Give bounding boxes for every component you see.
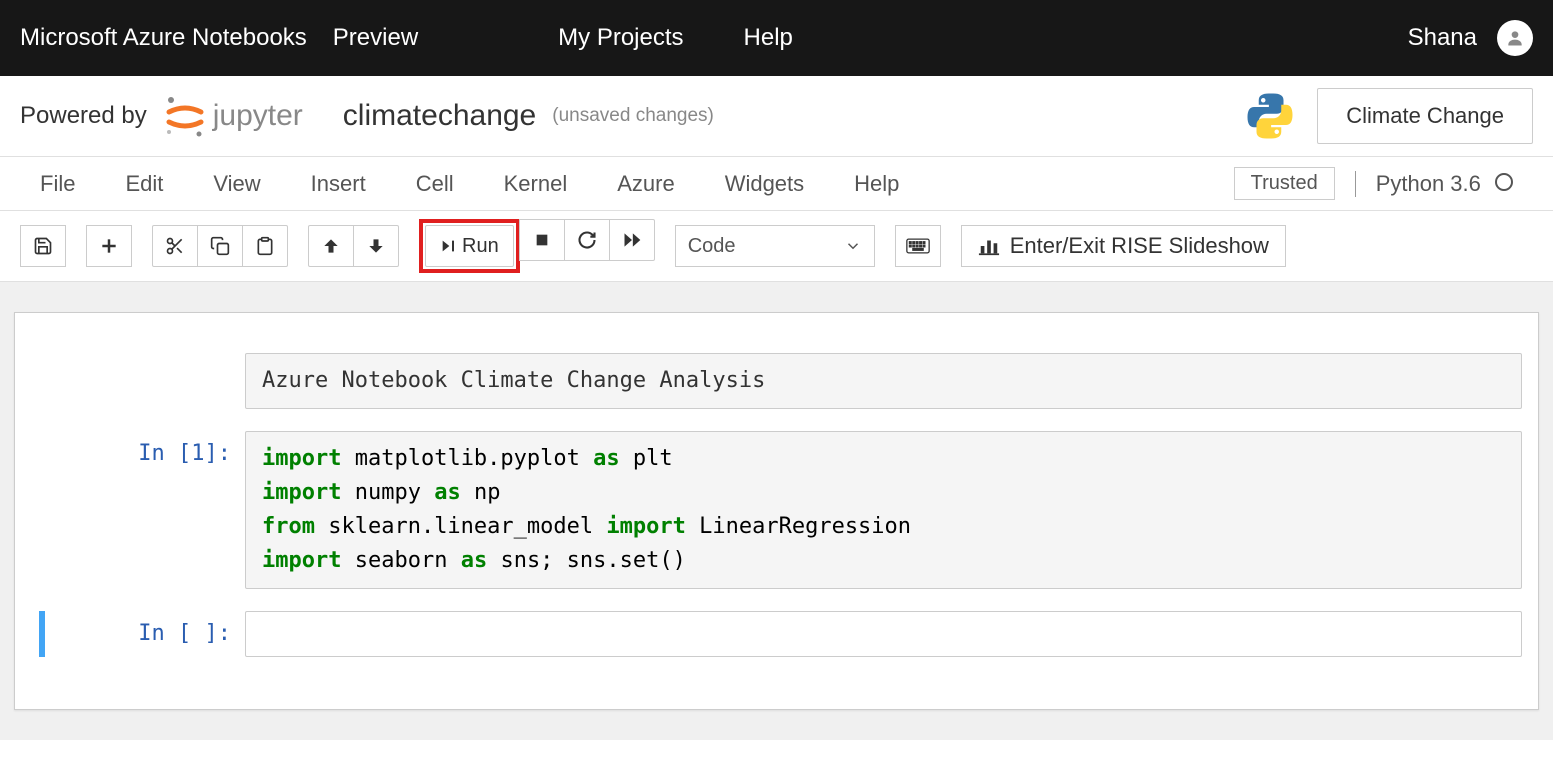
kernel-status-icon xyxy=(1495,173,1513,191)
menu-file[interactable]: File xyxy=(40,171,75,197)
kernel-name[interactable]: Python 3.6 xyxy=(1355,171,1513,197)
save-button[interactable] xyxy=(20,225,66,267)
azure-top-bar: Microsoft Azure Notebooks Preview My Pro… xyxy=(0,0,1553,76)
menu-help[interactable]: Help xyxy=(854,171,899,197)
bar-chart-icon xyxy=(978,235,1000,257)
powered-by-label: Powered by xyxy=(20,102,147,130)
keyboard-icon xyxy=(906,237,930,255)
nav-help[interactable]: Help xyxy=(744,24,793,52)
nav-my-projects[interactable]: My Projects xyxy=(558,24,683,52)
stop-icon xyxy=(534,232,550,248)
move-up-button[interactable] xyxy=(308,225,354,267)
chevron-down-icon xyxy=(844,237,862,255)
add-cell-button[interactable] xyxy=(86,225,132,267)
run-label: Run xyxy=(462,235,499,258)
arrow-up-icon xyxy=(321,236,341,256)
jupyter-logo[interactable]: jupyter xyxy=(163,94,303,138)
user-name: Shana xyxy=(1408,24,1477,52)
run-highlight: Run xyxy=(419,219,520,273)
menu-view[interactable]: View xyxy=(213,171,260,197)
paste-icon xyxy=(255,236,275,256)
header-right: Climate Change xyxy=(1243,88,1533,144)
cell-prompt: In [ ]: xyxy=(45,611,245,657)
notebook-save-status: (unsaved changes) xyxy=(552,105,714,127)
project-link-button[interactable]: Climate Change xyxy=(1317,88,1533,144)
azure-preview-label: Preview xyxy=(333,24,418,52)
jupyter-logo-icon xyxy=(163,94,207,138)
azure-right: Shana xyxy=(1408,20,1533,56)
restart-button[interactable] xyxy=(564,219,610,261)
move-group xyxy=(308,225,399,267)
kernel-name-text: Python 3.6 xyxy=(1376,171,1481,196)
python-logo-icon xyxy=(1243,89,1297,143)
menu-cell[interactable]: Cell xyxy=(416,171,454,197)
run-icon xyxy=(440,238,456,254)
cut-button[interactable] xyxy=(152,225,198,267)
menu-insert[interactable]: Insert xyxy=(311,171,366,197)
azure-title: Microsoft Azure Notebooks xyxy=(20,24,307,52)
save-icon xyxy=(33,236,53,256)
notebook-container: Azure Notebook Climate Change Analysis I… xyxy=(14,312,1539,710)
restart-icon xyxy=(577,230,597,250)
copy-button[interactable] xyxy=(197,225,243,267)
code-cell-1[interactable]: In [1]: import matplotlib.pyplot as plti… xyxy=(45,431,1522,589)
menu-widgets[interactable]: Widgets xyxy=(725,171,804,197)
jupyter-logo-text: jupyter xyxy=(213,99,303,133)
jupyter-header: Powered by jupyter climatechange (unsave… xyxy=(0,76,1553,157)
run-group: Run xyxy=(419,219,655,273)
run-button[interactable]: Run xyxy=(425,225,514,267)
move-down-button[interactable] xyxy=(353,225,399,267)
code-cell-empty[interactable]: In [ ]: xyxy=(45,611,1522,657)
notebook-name[interactable]: climatechange xyxy=(343,99,536,133)
copy-icon xyxy=(210,236,230,256)
cell-prompt: In [1]: xyxy=(45,431,245,589)
rise-slideshow-button[interactable]: Enter/Exit RISE Slideshow xyxy=(961,225,1286,267)
code-cell-body[interactable]: import matplotlib.pyplot as pltimport nu… xyxy=(245,431,1522,589)
user-icon xyxy=(1505,28,1525,48)
menu-azure[interactable]: Azure xyxy=(617,171,674,197)
plus-icon xyxy=(99,236,119,256)
user-avatar[interactable] xyxy=(1497,20,1533,56)
azure-nav: My Projects Help xyxy=(558,24,793,52)
cell-type-value: Code xyxy=(688,235,736,258)
code-cell-body[interactable] xyxy=(245,611,1522,657)
clipboard-group xyxy=(152,225,288,267)
cell-prompt-empty xyxy=(45,353,245,409)
notebook-area: Azure Notebook Climate Change Analysis I… xyxy=(0,282,1553,740)
menubar-right: Trusted Python 3.6 xyxy=(1234,167,1513,200)
command-palette-button[interactable] xyxy=(895,225,941,267)
fast-forward-icon xyxy=(622,230,642,250)
paste-button[interactable] xyxy=(242,225,288,267)
toolbar: Run Code Enter/Exit RISE Slideshow xyxy=(0,211,1553,282)
raw-cell[interactable]: Azure Notebook Climate Change Analysis xyxy=(45,353,1522,409)
menu-kernel[interactable]: Kernel xyxy=(504,171,568,197)
menubar: File Edit View Insert Cell Kernel Azure … xyxy=(0,157,1553,211)
arrow-down-icon xyxy=(366,236,386,256)
trusted-indicator[interactable]: Trusted xyxy=(1234,167,1335,200)
cell-type-select[interactable]: Code xyxy=(675,225,875,267)
raw-cell-body[interactable]: Azure Notebook Climate Change Analysis xyxy=(245,353,1522,409)
interrupt-button[interactable] xyxy=(519,219,565,261)
rise-label: Enter/Exit RISE Slideshow xyxy=(1010,233,1269,259)
restart-run-all-button[interactable] xyxy=(609,219,655,261)
scissors-icon xyxy=(165,236,185,256)
menu-edit[interactable]: Edit xyxy=(125,171,163,197)
azure-left: Microsoft Azure Notebooks Preview xyxy=(20,24,418,52)
